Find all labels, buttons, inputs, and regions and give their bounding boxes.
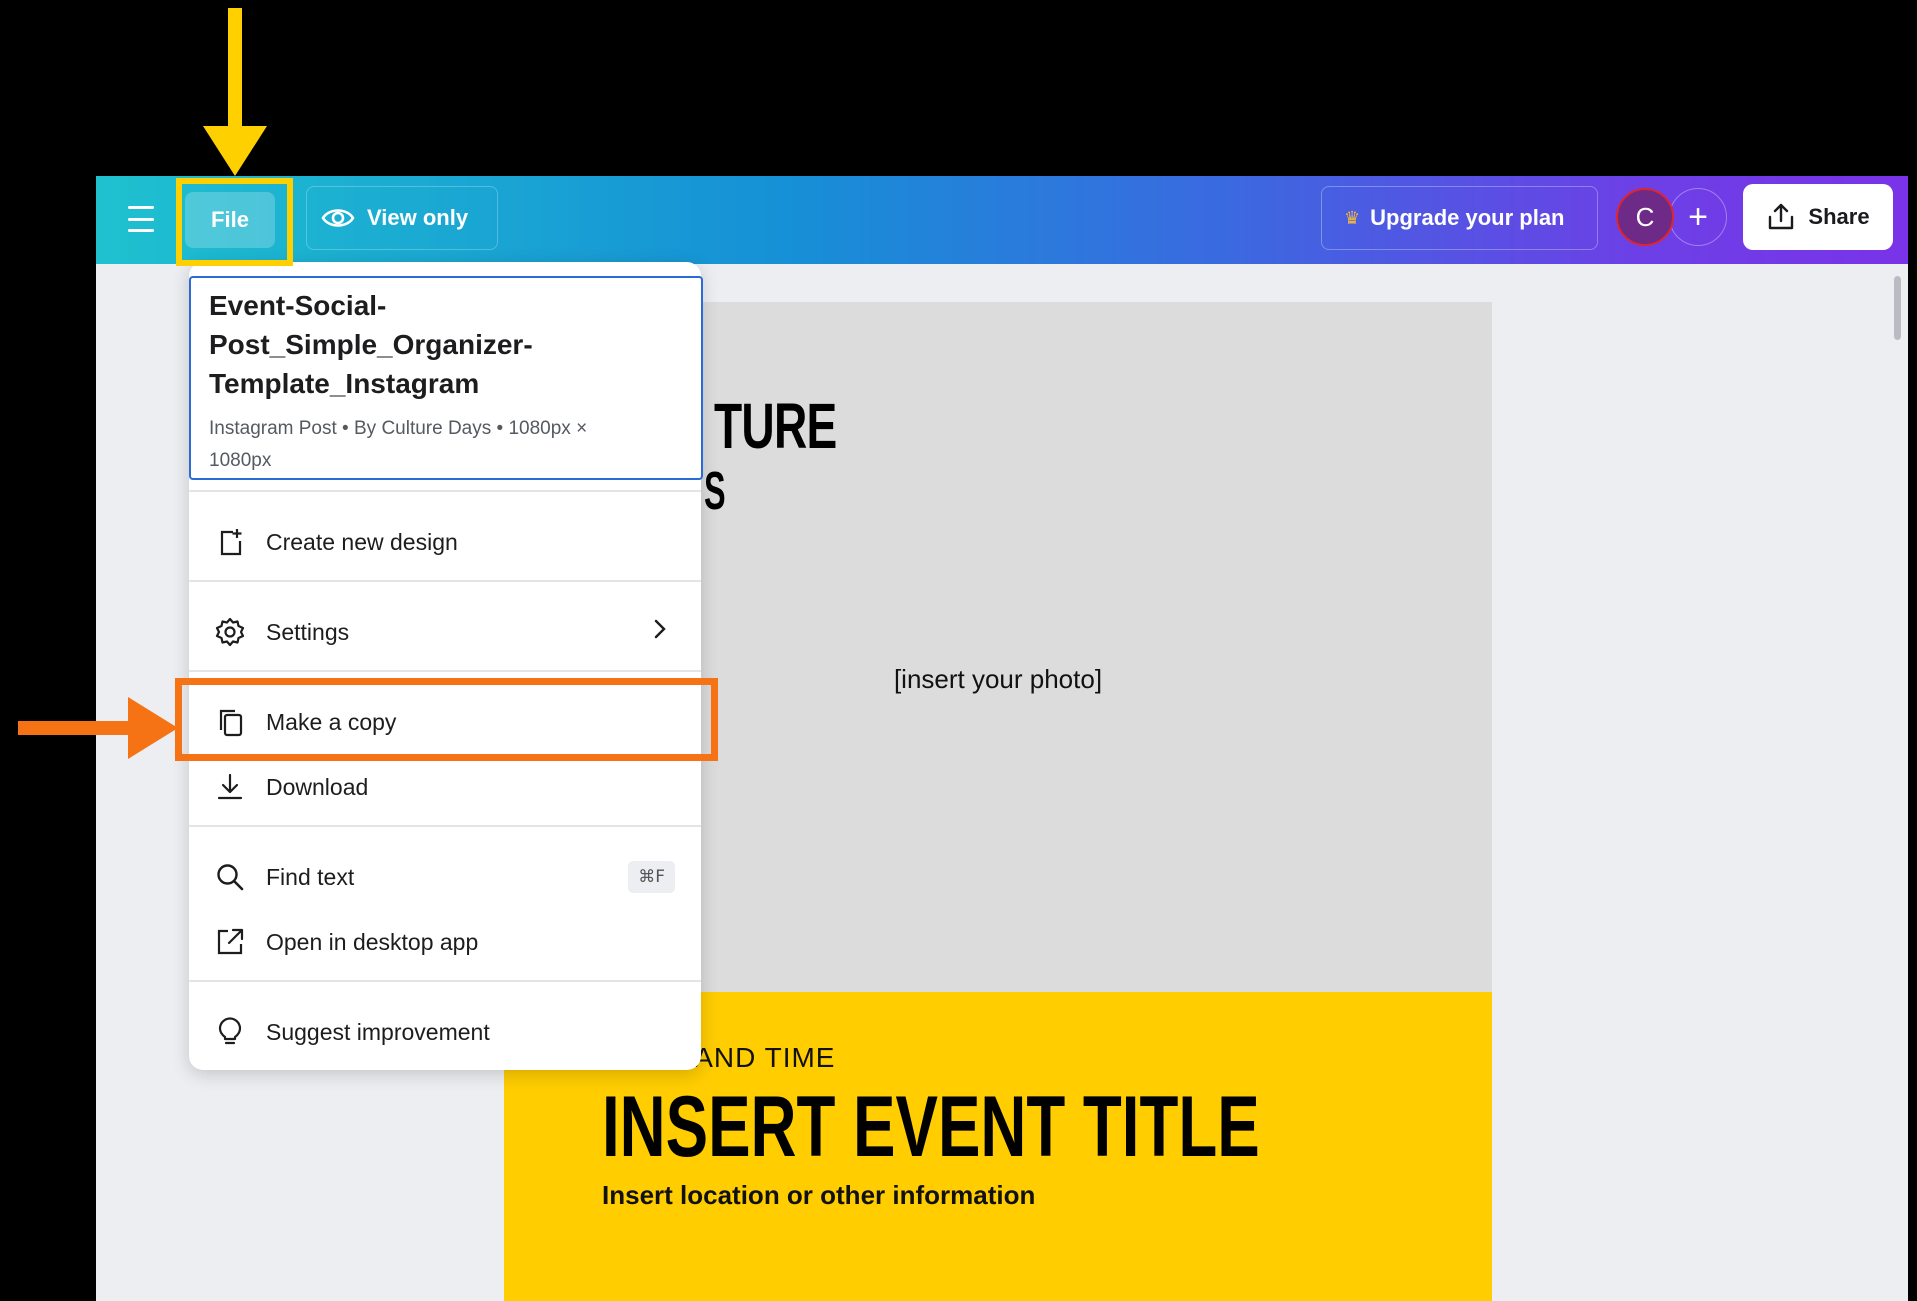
file-highlight-box: [176, 178, 293, 266]
upgrade-label: Upgrade your plan: [1370, 205, 1565, 230]
share-button[interactable]: Share: [1743, 184, 1893, 250]
file-menu-dropdown: Event-Social-Post_Simple_Organizer-Templ…: [189, 262, 703, 1070]
menu-item-find-text[interactable]: Find text ⌘F: [189, 849, 701, 905]
top-toolbar: File View only ♛ Upgrade your plan + C S…: [96, 176, 1908, 264]
user-avatar[interactable]: C: [1616, 188, 1674, 246]
menu-item-download[interactable]: Download: [189, 759, 701, 815]
download-icon: [213, 770, 247, 804]
yellow-arrow-icon: [203, 8, 267, 176]
menu-divider: [189, 670, 701, 672]
document-title-card[interactable]: Event-Social-Post_Simple_Organizer-Templ…: [189, 276, 703, 480]
design-title-text-2[interactable]: S: [704, 464, 726, 518]
gear-icon: [213, 615, 247, 649]
add-page-icon: [213, 525, 247, 559]
menu-item-create-new-design[interactable]: Create new design: [189, 514, 701, 570]
upgrade-plan-button[interactable]: ♛ Upgrade your plan: [1321, 186, 1598, 250]
menu-item-suggest-improvement[interactable]: Suggest improvement: [189, 1004, 701, 1060]
menu-item-label: Find text: [266, 863, 355, 890]
view-only-button[interactable]: View only: [306, 186, 498, 250]
design-title-text[interactable]: TURE: [714, 394, 837, 458]
eye-icon: [321, 209, 355, 227]
crown-icon: ♛: [1344, 207, 1361, 228]
document-name[interactable]: Event-Social-Post_Simple_Organizer-Templ…: [209, 286, 649, 403]
search-icon: [213, 860, 247, 894]
menu-item-label: Download: [266, 773, 369, 800]
hamburger-menu-icon[interactable]: [128, 206, 154, 232]
make-copy-highlight-box: [175, 678, 718, 761]
menu-item-label: Open in desktop app: [266, 928, 479, 955]
menu-divider: [189, 580, 701, 582]
view-only-label: View only: [367, 205, 469, 230]
menu-item-settings[interactable]: Settings: [189, 604, 701, 660]
menu-item-label: Create new design: [266, 528, 458, 555]
document-meta: Instagram Post • By Culture Days • 1080p…: [209, 418, 588, 471]
menu-divider: [189, 825, 701, 827]
orange-arrow-icon: [18, 697, 178, 759]
share-label: Share: [1808, 204, 1870, 229]
menu-item-label: Settings: [266, 618, 350, 645]
keyboard-shortcut: ⌘F: [628, 861, 675, 893]
menu-item-label: Suggest improvement: [266, 1018, 490, 1045]
chevron-right-icon: [653, 618, 667, 646]
menu-item-open-desktop-app[interactable]: Open in desktop app: [189, 914, 701, 970]
add-collaborator-button[interactable]: +: [1669, 188, 1727, 246]
menu-divider: [189, 980, 701, 982]
menu-divider: [189, 490, 701, 492]
external-link-icon: [213, 925, 247, 959]
share-upload-icon: [1769, 203, 1794, 230]
vertical-scrollbar[interactable]: [1894, 276, 1901, 340]
event-location-text[interactable]: Insert location or other information: [602, 1180, 1035, 1211]
lightbulb-icon: [213, 1015, 247, 1049]
event-title-text[interactable]: INSERT EVENT TITLE: [602, 1084, 1260, 1170]
